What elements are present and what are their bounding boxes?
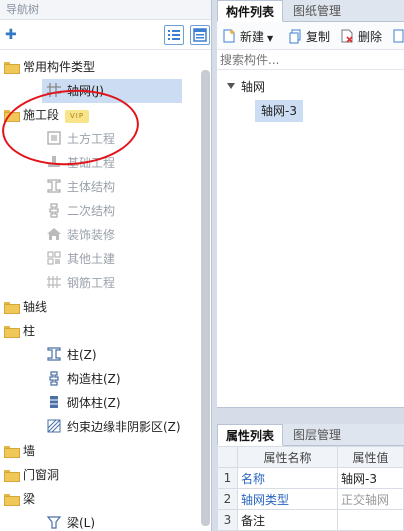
property-name-header: 属性名称 [237,446,338,468]
tab-property-list[interactable]: 属性列表 [217,424,284,446]
property-name[interactable]: 名称 [237,467,338,489]
component-tree-item[interactable]: 轴网-3 [255,100,303,122]
property-value[interactable] [337,509,404,531]
tree-folder-construction[interactable]: 施工段 VIP [4,103,90,127]
property-value[interactable]: 轴网-3 [337,467,404,489]
table-row[interactable]: 3 备注 [217,509,404,531]
component-search [217,50,404,70]
tree-folder-door-window[interactable]: 门窗洞 [4,463,59,487]
row-number: 3 [217,509,238,531]
new-button[interactable]: 新建 ▼ [221,28,273,44]
property-name[interactable]: 备注 [237,509,338,531]
tree-item-masonry-column[interactable]: 砌体柱(Z) [46,391,121,415]
tree-folder-axis-line[interactable]: 轴线 [4,295,47,319]
folder-icon [4,110,20,122]
expand-triangle-icon[interactable] [227,83,235,89]
tree-item-column-z[interactable]: 柱(Z) [46,343,97,367]
delete-button[interactable]: 删除 [339,28,382,44]
navigation-tree-panel: 导航树 ✚ 常用构件类型 轴网(J) 施工段 VIP 土方工程 基础工程 主体结… [0,0,212,531]
panel-splitter[interactable] [217,407,404,424]
search-input[interactable] [220,53,400,67]
tree-folder-common[interactable]: 常用构件类型 [4,55,95,79]
construct-column-icon [46,370,62,386]
copy-button[interactable]: 复制 [287,28,330,44]
component-list-panel: 构件列表 图纸管理 新建▼ 复制 删除 轴网 轴网-3 [217,0,404,407]
property-header-row: 属性名称 属性值 [217,446,404,468]
property-value[interactable]: 正交轴网 [337,488,404,510]
tree-item-decoration: 装饰装修 [46,223,115,247]
column-icon [46,178,62,194]
property-tabs: 属性列表 图层管理 [217,424,404,446]
row-number: 1 [217,467,238,489]
masonry-column-icon [46,394,62,410]
more-icon[interactable] [393,28,404,44]
tree-item-secondary: 二次结构 [46,199,115,223]
tab-component-list[interactable]: 构件列表 [217,0,284,22]
detail-view-icon [193,28,207,42]
folder-icon [4,446,20,458]
tree-item-foundation: 基础工程 [46,151,115,175]
detail-view-button[interactable] [190,25,210,45]
tree-item-main-structure: 主体结构 [46,175,115,199]
navigation-toolbar: ✚ [0,20,211,50]
folder-open-icon [4,62,20,74]
table-row[interactable]: 2 轴网类型 正交轴网 [217,488,404,510]
component-tabs: 构件列表 图纸管理 [217,0,404,22]
new-file-icon [221,28,237,44]
tab-drawing-management[interactable]: 图纸管理 [285,0,349,22]
delete-icon [339,28,355,44]
tree-item-beam-l[interactable]: 梁(L) [46,511,95,531]
component-tree-root[interactable]: 轴网 [227,76,265,98]
table-row[interactable]: 1 名称 轴网-3 [217,467,404,489]
other-icon [46,250,62,266]
property-table: 属性名称 属性值 1 名称 轴网-3 2 轴网类型 正交轴网 3 备注 [217,446,404,531]
tree-item-constraint-edge[interactable]: 约束边缘非阴影区(Z) [46,415,181,439]
tree-folder-wall[interactable]: 墙 [4,439,35,463]
house-icon [46,226,62,242]
foundation-icon [46,154,62,170]
folder-icon [4,302,20,314]
tree-item-axis-net[interactable]: 轴网(J) [42,79,182,103]
earthwork-icon [46,130,62,146]
beam-icon [46,514,62,530]
row-number: 2 [217,488,238,510]
right-panels: 构件列表 图纸管理 新建▼ 复制 删除 轴网 轴网-3 [217,0,404,531]
folder-open-icon [4,326,20,338]
add-component-icon[interactable]: ✚ [5,27,21,43]
property-list-panel: 属性列表 图层管理 属性名称 属性值 1 名称 轴网-3 2 轴网类型 正交轴网… [217,424,404,531]
tree-item-earthwork: 土方工程 [46,127,115,151]
property-value-header: 属性值 [337,446,404,468]
tree-folder-column[interactable]: 柱 [4,319,35,343]
row-number-header [217,446,238,468]
hatch-icon [46,418,62,434]
grid-icon [46,82,62,98]
property-name[interactable]: 轴网类型 [237,488,338,510]
tab-layer-management[interactable]: 图层管理 [285,424,349,446]
rebar-icon [46,274,62,290]
tree-scrollbar[interactable] [201,70,210,526]
tree-item-other-civil: 其他土建 [46,247,115,271]
folder-icon [4,470,20,482]
chevron-down-icon: ▼ [267,34,274,43]
tree-folder-beam[interactable]: 梁 [4,487,35,511]
secondary-icon [46,202,62,218]
column-icon [46,346,62,362]
list-view-button[interactable] [164,25,184,45]
navigation-tree-title: 导航树 [0,0,211,20]
list-view-icon [168,30,180,40]
tree-item-rebar: 钢筋工程 [46,271,115,295]
folder-open-icon [4,494,20,506]
copy-icon [287,28,303,44]
tree-item-construct-column[interactable]: 构造柱(Z) [46,367,121,391]
component-toolbar: 新建 ▼ 复制 删除 [217,22,404,50]
vip-badge: VIP [65,110,90,123]
